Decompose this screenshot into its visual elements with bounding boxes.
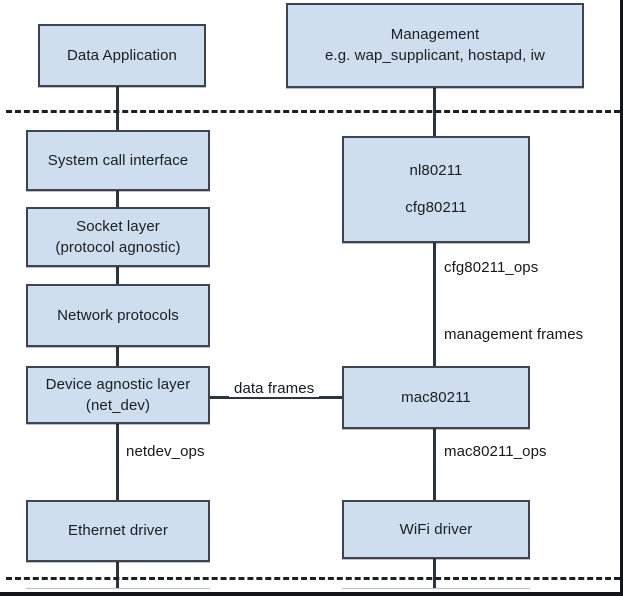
node-ethernet-driver[interactable]: Ethernet driver (26, 500, 210, 562)
edge-label-data-frames: data frames (229, 380, 320, 397)
hardware-rule-right (342, 588, 530, 589)
node-socket-layer-title: Socket layer (76, 217, 160, 235)
node-data-application[interactable]: Data Application (38, 24, 206, 87)
connector-socket-layer-to-network-protocols (116, 266, 119, 286)
node-device-agnostic-layer-subtitle: (net_dev) (85, 396, 151, 414)
connector-device-agnostic-to-ethernet-driver (116, 423, 119, 501)
connector-nl80211-to-mac80211 (433, 242, 436, 368)
node-wifi-driver[interactable]: WiFi driver (342, 500, 530, 559)
edge-label-netdev-ops: netdev_ops (126, 443, 205, 460)
node-socket-layer-subtitle: (protocol agnostic) (55, 238, 181, 256)
node-system-call-interface-label: System call interface (47, 151, 189, 169)
node-management-title: Management (390, 26, 480, 44)
node-device-agnostic-layer-title: Device agnostic layer (45, 375, 191, 393)
connector-mac80211-to-wifi-driver (433, 428, 436, 501)
separator-kernel-hardware (6, 577, 620, 580)
node-network-protocols-label: Network protocols (57, 306, 179, 324)
connector-ethernet-driver-to-hardware (116, 561, 119, 589)
node-data-application-label: Data Application (66, 46, 177, 64)
node-mac80211-label: mac80211 (401, 388, 471, 406)
node-nl80211-cfg80211[interactable]: nl80211 cfg80211 (342, 136, 530, 243)
node-management-subtitle: e.g. wap_supplicant, hostapd, iw (324, 47, 545, 64)
node-network-protocols[interactable]: Network protocols (26, 284, 210, 347)
node-device-agnostic-layer[interactable]: Device agnostic layer (net_dev) (26, 366, 210, 424)
connector-wifi-driver-to-hardware (433, 558, 436, 589)
edge-label-mac80211-ops: mac80211_ops (444, 443, 547, 460)
node-management[interactable]: Management e.g. wap_supplicant, hostapd,… (286, 3, 584, 88)
node-mac80211[interactable]: mac80211 (342, 366, 530, 429)
node-nl80211-label: nl80211 (409, 162, 463, 180)
diagram-canvas: Data Application Management e.g. wap_sup… (0, 0, 623, 596)
separator-userspace-kernel (6, 110, 620, 113)
hardware-rule-left (26, 588, 210, 589)
edge-label-management-frames: management frames (444, 326, 584, 343)
node-wifi-driver-label: WiFi driver (399, 520, 473, 538)
edge-label-cfg80211-ops: cfg80211_ops (444, 259, 539, 276)
node-socket-layer[interactable]: Socket layer (protocol agnostic) (26, 207, 210, 267)
node-cfg80211-label: cfg80211 (405, 199, 467, 216)
node-system-call-interface[interactable]: System call interface (26, 130, 210, 191)
node-ethernet-driver-label: Ethernet driver (68, 522, 168, 540)
connector-network-protocols-to-device-agnostic (116, 346, 119, 367)
connector-data-application-to-system-call (116, 86, 119, 132)
